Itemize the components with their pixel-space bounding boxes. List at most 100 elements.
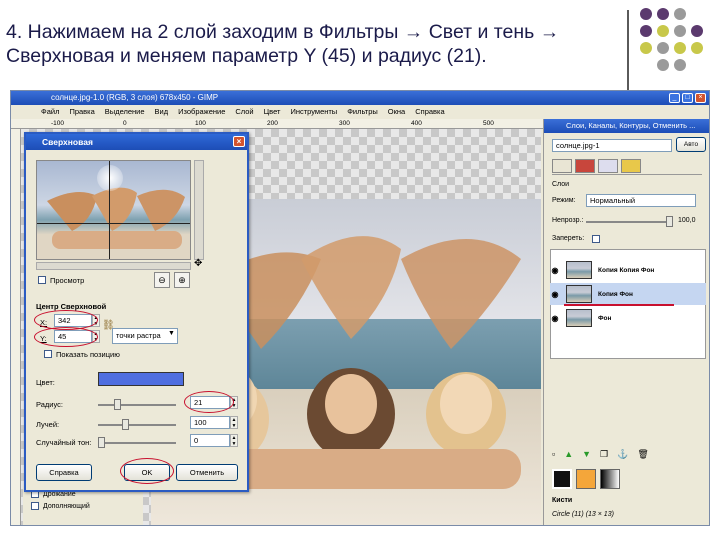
ruler-mark: 300: [339, 120, 350, 127]
menu-item[interactable]: Выделение: [105, 105, 145, 118]
dialog-close-button[interactable]: ×: [233, 136, 245, 147]
dock-tabs: [552, 159, 702, 175]
new-layer-icon[interactable]: ▫: [552, 449, 555, 460]
dialog-title: Сверхновая: [42, 137, 93, 147]
opacity-slider-track[interactable]: [586, 221, 668, 223]
rays-slider-knob[interactable]: [122, 419, 129, 430]
eye-icon[interactable]: ◉: [550, 290, 560, 299]
random-hue-slider-knob[interactable]: [98, 437, 105, 448]
random-hue-slider-track[interactable]: [98, 442, 176, 444]
lock-label: Запереть:: [552, 235, 585, 242]
menu-item[interactable]: Справка: [415, 105, 444, 118]
layer-row[interactable]: ◉ Копия Копия Фон: [550, 259, 706, 281]
foreground-color[interactable]: [552, 469, 572, 489]
rays-slider-track[interactable]: [98, 424, 176, 426]
preview-scrollbar-horizontal[interactable]: [36, 262, 191, 270]
decorative-dot: [657, 42, 669, 54]
rays-input[interactable]: 100: [190, 416, 230, 429]
image-select[interactable]: солнце.jpg-1: [552, 139, 672, 152]
layer-row-selected[interactable]: ◉ Копия Фон: [550, 283, 706, 305]
menu-item[interactable]: Файл: [41, 105, 59, 118]
lock-alpha-checkbox[interactable]: [592, 235, 600, 243]
anchor-layer-icon[interactable]: ⚓: [617, 449, 628, 460]
gradient-swatch[interactable]: [600, 469, 620, 489]
decorative-dot: [674, 42, 686, 54]
auto-button[interactable]: Авто: [676, 137, 706, 152]
incremental-checkbox[interactable]: [31, 502, 39, 510]
lower-layer-icon[interactable]: ▼: [582, 449, 591, 460]
menu-item[interactable]: Окна: [388, 105, 405, 118]
layer-row[interactable]: ◉ Фон: [550, 307, 706, 329]
supernova-dialog: Сверхновая × Просмотр ⊖ ⊕ ✥ Центр Сверхн…: [24, 132, 249, 492]
ruler-mark: -100: [51, 120, 65, 127]
menu-item[interactable]: Фильтры: [347, 105, 378, 118]
menu-item[interactable]: Цвет: [264, 105, 281, 118]
color-button[interactable]: [98, 372, 184, 386]
preview-checkbox[interactable]: [38, 276, 46, 284]
opacity-label: Непрозр.:: [552, 217, 584, 224]
zoom-out-icon[interactable]: ⊖: [154, 272, 170, 288]
radius-slider-track[interactable]: [98, 404, 176, 406]
decorative-dot: [674, 8, 686, 20]
delete-layer-icon[interactable]: 🗑: [637, 449, 648, 460]
slide-title-line1: 4. Нажимаем на 2 слой заходим в Фильтры …: [6, 21, 560, 43]
raise-layer-icon[interactable]: ▲: [564, 449, 573, 460]
vertical-ruler: [11, 129, 21, 525]
menu-item[interactable]: Правка: [69, 105, 94, 118]
opacity-value: 100,0: [678, 217, 696, 224]
help-button[interactable]: Справка: [36, 464, 92, 481]
random-hue-input[interactable]: 0: [190, 434, 230, 447]
chevron-down-icon[interactable]: ▼: [168, 330, 175, 337]
mode-select[interactable]: Нормальный: [586, 194, 696, 207]
move-preview-icon[interactable]: ✥: [194, 258, 202, 269]
show-position-checkbox[interactable]: [44, 350, 52, 358]
decorative-dot: [691, 42, 703, 54]
random-hue-spinner[interactable]: ▲ ▼: [230, 434, 238, 447]
ruler-mark: 0: [123, 120, 127, 127]
menu-item[interactable]: Слой: [235, 105, 253, 118]
highlight-radius-field: [184, 391, 234, 413]
tab-layers[interactable]: [552, 159, 572, 173]
layer-thumbnail: [566, 261, 592, 279]
cancel-button[interactable]: Отменить: [176, 464, 238, 481]
highlight-y-field: [34, 327, 98, 347]
layers-dock: Слои, Каналы, Контуры, Отменить ... солн…: [543, 119, 709, 525]
decorative-dot: [640, 25, 652, 37]
show-position-label: Показать позицию: [56, 350, 120, 359]
window-title: солнце.jpg-1.0 (RGB, 3 слоя) 678x450 - G…: [51, 93, 219, 102]
maximize-button[interactable]: □: [682, 93, 693, 103]
tool-options-panel: Дрожание Дополняющий: [23, 486, 143, 525]
radius-slider-knob[interactable]: [114, 399, 121, 410]
mode-label: Режим:: [552, 197, 576, 204]
duplicate-layer-icon[interactable]: ❐: [600, 449, 608, 460]
menu-bar: Файл Правка Выделение Вид Изображение Слой Цве…: [11, 105, 709, 118]
filter-preview[interactable]: [36, 160, 191, 260]
selected-layer-underline: [564, 304, 674, 306]
eye-icon[interactable]: ◉: [550, 314, 560, 323]
menu-item[interactable]: Изображение: [178, 105, 225, 118]
pattern-swatch[interactable]: [576, 469, 596, 489]
zoom-in-icon[interactable]: ⊕: [174, 272, 190, 288]
decorative-dot: [674, 25, 686, 37]
close-window-button[interactable]: ×: [695, 93, 706, 103]
decorative-dot: [657, 8, 669, 20]
decorative-dot: [657, 59, 669, 71]
tab-paths[interactable]: [598, 159, 618, 173]
incremental-label: Дополняющий: [43, 502, 90, 510]
menu-item[interactable]: Вид: [155, 105, 169, 118]
supernova-flare: [97, 165, 123, 191]
slide-title: 4. Нажимаем на 2 слой заходим в Фильтры …: [6, 20, 646, 68]
highlight-ok-button: [120, 458, 174, 484]
minimize-button[interactable]: _: [669, 93, 680, 103]
tab-undo[interactable]: [621, 159, 641, 173]
preview-scrollbar-vertical[interactable]: [194, 160, 204, 260]
decorative-dot: [657, 25, 669, 37]
ruler-mark: 500: [483, 120, 494, 127]
rays-spinner[interactable]: ▲ ▼: [230, 416, 238, 429]
menu-item[interactable]: Инструменты: [290, 105, 337, 118]
eye-icon[interactable]: ◉: [550, 266, 560, 275]
tab-channels[interactable]: [575, 159, 595, 173]
opacity-slider-knob[interactable]: [666, 216, 673, 227]
decorative-dot: [640, 42, 652, 54]
dock-title: Слои, Каналы, Контуры, Отменить ...: [544, 119, 709, 133]
